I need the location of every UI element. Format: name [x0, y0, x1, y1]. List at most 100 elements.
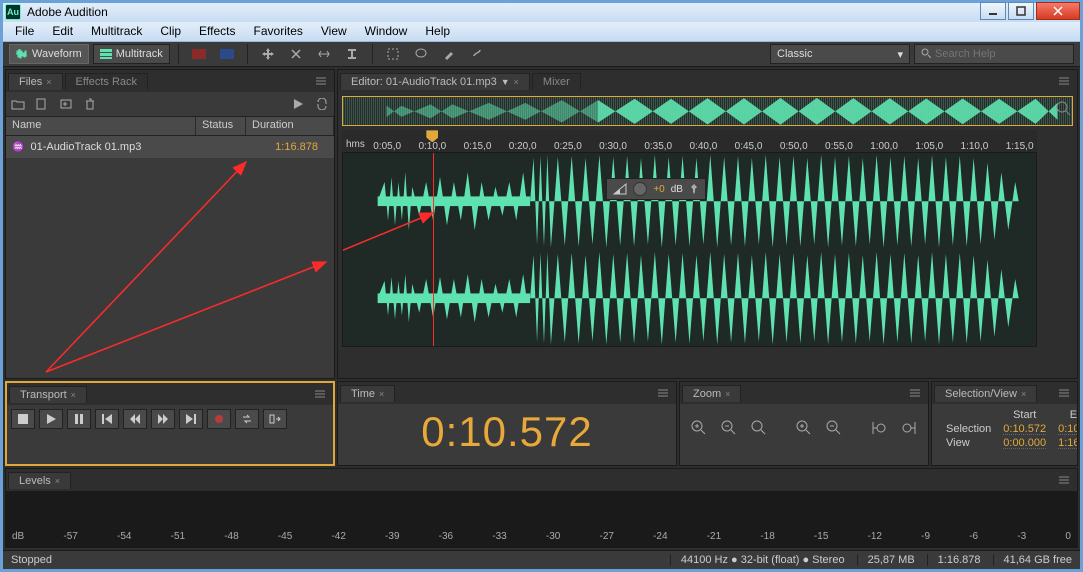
files-col-name[interactable]: Name: [6, 117, 196, 135]
rewind-button[interactable]: [123, 409, 147, 429]
view-multitrack-button[interactable]: Multitrack: [93, 44, 170, 64]
go-to-start-button[interactable]: [95, 409, 119, 429]
menu-favorites[interactable]: Favorites: [246, 22, 311, 40]
spectral-freq-button[interactable]: [187, 44, 211, 64]
app-icon: Au: [5, 4, 21, 20]
fast-forward-button[interactable]: [151, 409, 175, 429]
menu-clip[interactable]: Clip: [152, 22, 189, 40]
sel-end-value[interactable]: 0:10.572: [1052, 422, 1077, 436]
move-tool-button[interactable]: [256, 44, 280, 64]
razor-tool-button[interactable]: [284, 44, 308, 64]
view-start-value[interactable]: 0:00.000: [997, 436, 1052, 450]
heal-tool-button[interactable]: [465, 44, 489, 64]
zoom-fit-button[interactable]: [1055, 100, 1071, 121]
tab-close-icon[interactable]: ×: [1021, 389, 1026, 399]
pin-icon[interactable]: [689, 184, 699, 194]
tab-selection-view[interactable]: Selection/View×: [934, 385, 1037, 402]
import-button[interactable]: [58, 96, 74, 112]
tab-close-icon[interactable]: ×: [379, 389, 384, 399]
levels-db-label: dB: [12, 531, 24, 545]
menu-multitrack[interactable]: Multitrack: [83, 22, 150, 40]
sel-start-value[interactable]: 0:10.572: [997, 422, 1052, 436]
overview-waveform[interactable]: [342, 96, 1073, 126]
spectral-pitch-button[interactable]: [215, 44, 239, 64]
gain-knob[interactable]: [633, 182, 647, 196]
tab-levels[interactable]: Levels×: [8, 472, 71, 489]
close-button[interactable]: [1036, 2, 1080, 20]
menu-view[interactable]: View: [313, 22, 355, 40]
loop-button[interactable]: [235, 409, 259, 429]
panel-menu-button[interactable]: [1057, 473, 1071, 487]
chevron-down-icon[interactable]: ▼: [501, 77, 510, 87]
skip-selection-button[interactable]: [263, 409, 287, 429]
zoom-in-v-button[interactable]: [793, 416, 815, 440]
view-end-value[interactable]: 1:16.878: [1052, 436, 1077, 450]
help-search-field[interactable]: [914, 44, 1074, 64]
panel-menu-button[interactable]: [1057, 74, 1071, 88]
stop-button[interactable]: [11, 409, 35, 429]
files-col-duration[interactable]: Duration: [246, 117, 334, 135]
tab-mixer[interactable]: Mixer: [532, 73, 581, 90]
workspace-dropdown[interactable]: Classic ▾: [770, 44, 910, 64]
tab-close-icon[interactable]: ×: [46, 77, 51, 87]
panel-menu-button[interactable]: [908, 386, 922, 400]
title-bar: Au Adobe Audition: [3, 3, 1080, 22]
tab-editor[interactable]: Editor: 01-AudioTrack 01.mp3 ▼ ×: [340, 73, 530, 90]
file-row[interactable]: ♒ 01-AudioTrack 01.mp3 1:16.878: [6, 136, 334, 158]
panel-menu-button[interactable]: [656, 386, 670, 400]
preview-loop-button[interactable]: [314, 96, 330, 112]
panel-menu-button[interactable]: [314, 74, 328, 88]
play-button[interactable]: [39, 409, 63, 429]
menu-window[interactable]: Window: [357, 22, 416, 40]
tab-files[interactable]: Files×: [8, 73, 63, 90]
open-file-button[interactable]: [10, 96, 26, 112]
overview-wave: [343, 97, 1072, 125]
preview-play-button[interactable]: [290, 96, 306, 112]
files-col-status[interactable]: Status: [196, 117, 246, 135]
view-waveform-button[interactable]: Waveform: [9, 44, 89, 64]
row-view: View: [940, 436, 997, 450]
time-select-tool-button[interactable]: [340, 44, 364, 64]
brush-tool-button[interactable]: [437, 44, 461, 64]
menu-effects[interactable]: Effects: [191, 22, 243, 40]
tab-zoom[interactable]: Zoom×: [682, 385, 741, 402]
menu-edit[interactable]: Edit: [44, 22, 81, 40]
record-button[interactable]: [207, 409, 231, 429]
waveform-display[interactable]: dB -∞ - L dB -∞ - R: [342, 152, 1037, 347]
zoom-to-out-button[interactable]: [898, 416, 920, 440]
tab-close-icon[interactable]: ×: [514, 77, 519, 87]
menu-help[interactable]: Help: [417, 22, 458, 40]
minimize-button[interactable]: [980, 2, 1006, 20]
transport-panel: Transport×: [5, 381, 335, 466]
help-search-input[interactable]: [935, 48, 1067, 60]
new-file-button[interactable]: [34, 96, 50, 112]
delete-button[interactable]: [82, 96, 98, 112]
go-to-end-button[interactable]: [179, 409, 203, 429]
pause-button[interactable]: [67, 409, 91, 429]
search-icon: [921, 48, 931, 61]
tab-close-icon[interactable]: ×: [55, 476, 60, 486]
window-title: Adobe Audition: [27, 5, 108, 19]
maximize-button[interactable]: [1008, 2, 1034, 20]
tab-time[interactable]: Time×: [340, 385, 395, 402]
panel-menu-button[interactable]: [1057, 386, 1071, 400]
zoom-in-h-button[interactable]: [688, 416, 710, 440]
menu-file[interactable]: File: [7, 22, 42, 40]
zoom-out-h-button[interactable]: [718, 416, 740, 440]
tab-close-icon[interactable]: ×: [71, 390, 76, 400]
zoom-out-v-button[interactable]: [823, 416, 845, 440]
lasso-tool-button[interactable]: [409, 44, 433, 64]
playhead[interactable]: [433, 153, 434, 346]
time-ruler[interactable]: hms 0:05,0 0:10,0 0:15,0 0:20,0 0:25,0 0…: [342, 130, 1037, 152]
ruler-unit-label: hms: [346, 139, 365, 150]
zoom-reset-button[interactable]: [748, 416, 770, 440]
tab-close-icon[interactable]: ×: [725, 389, 730, 399]
tab-transport[interactable]: Transport×: [9, 386, 87, 403]
gain-hud[interactable]: +0 dB: [606, 178, 706, 200]
zoom-to-in-button[interactable]: [868, 416, 890, 440]
tab-effects-rack[interactable]: Effects Rack: [65, 73, 149, 90]
marquee-tool-button[interactable]: [381, 44, 405, 64]
slip-tool-button[interactable]: [312, 44, 336, 64]
levels-meter[interactable]: dB -57 -54 -51 -48 -45 -42 -39 -36 -33 -…: [6, 491, 1077, 547]
panel-menu-button[interactable]: [313, 387, 327, 401]
